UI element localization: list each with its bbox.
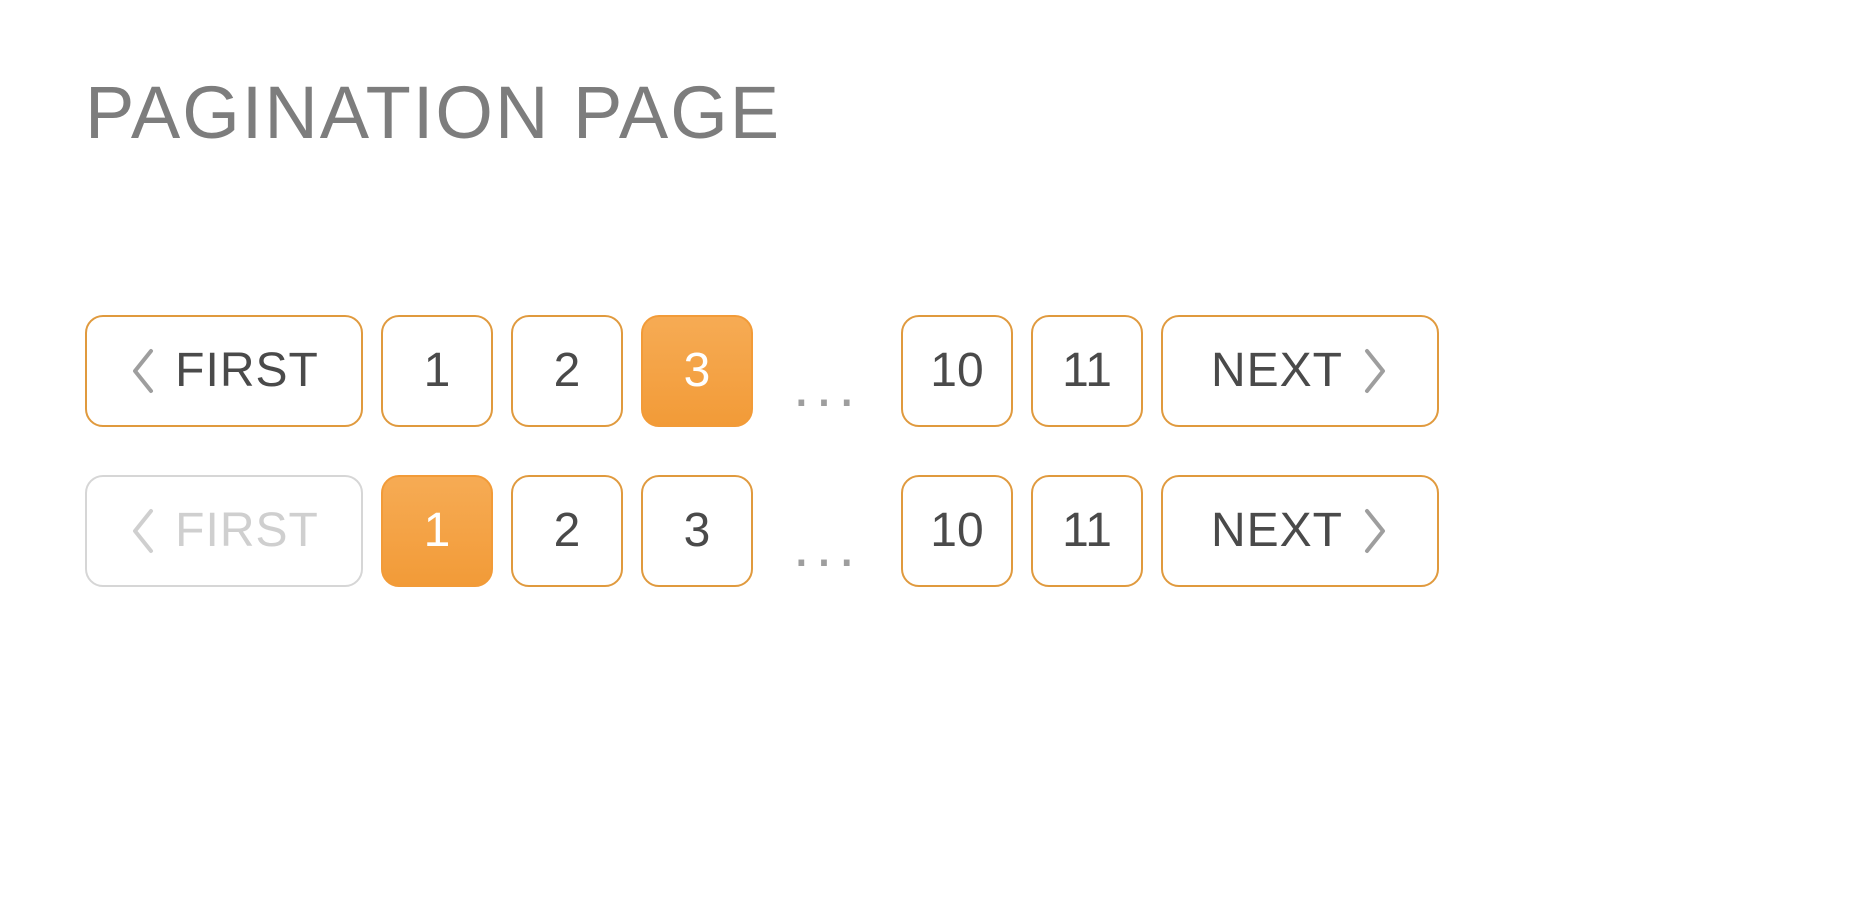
page-label: 3 [684,507,711,555]
page-button-1[interactable]: 1 [381,475,493,587]
page-label: 10 [930,507,983,555]
page-button-11[interactable]: 11 [1031,315,1143,427]
first-button[interactable]: FIRST [85,315,363,427]
page-label: 11 [1062,347,1112,395]
page-button-2[interactable]: 2 [511,475,623,587]
page-button-10[interactable]: 10 [901,315,1013,427]
page-label: 1 [424,507,451,555]
next-label: NEXT [1211,347,1343,395]
chevron-right-icon [1361,507,1389,555]
page-label: 11 [1062,507,1112,555]
first-label: FIRST [175,507,319,555]
ellipsis: ... [771,315,883,427]
chevron-right-icon [1361,347,1389,395]
page-label: 1 [424,347,451,395]
page-title: PAGINATION PAGE [85,70,1778,155]
next-button[interactable]: NEXT [1161,315,1439,427]
chevron-left-icon [129,507,157,555]
pagination-row-2: FIRST 1 2 3 ... 10 11 NEXT [85,475,1778,587]
page-button-3[interactable]: 3 [641,475,753,587]
next-button[interactable]: NEXT [1161,475,1439,587]
page-label: 10 [930,347,983,395]
first-button: FIRST [85,475,363,587]
page-button-2[interactable]: 2 [511,315,623,427]
ellipsis: ... [771,475,883,587]
page-button-11[interactable]: 11 [1031,475,1143,587]
page-button-10[interactable]: 10 [901,475,1013,587]
page-label: 2 [554,347,581,395]
page-label: 3 [684,347,711,395]
first-label: FIRST [175,347,319,395]
next-label: NEXT [1211,507,1343,555]
pagination-row-1: FIRST 1 2 3 ... 10 11 NEXT [85,315,1778,427]
page-button-3[interactable]: 3 [641,315,753,427]
chevron-left-icon [129,347,157,395]
page-label: 2 [554,507,581,555]
page-button-1[interactable]: 1 [381,315,493,427]
